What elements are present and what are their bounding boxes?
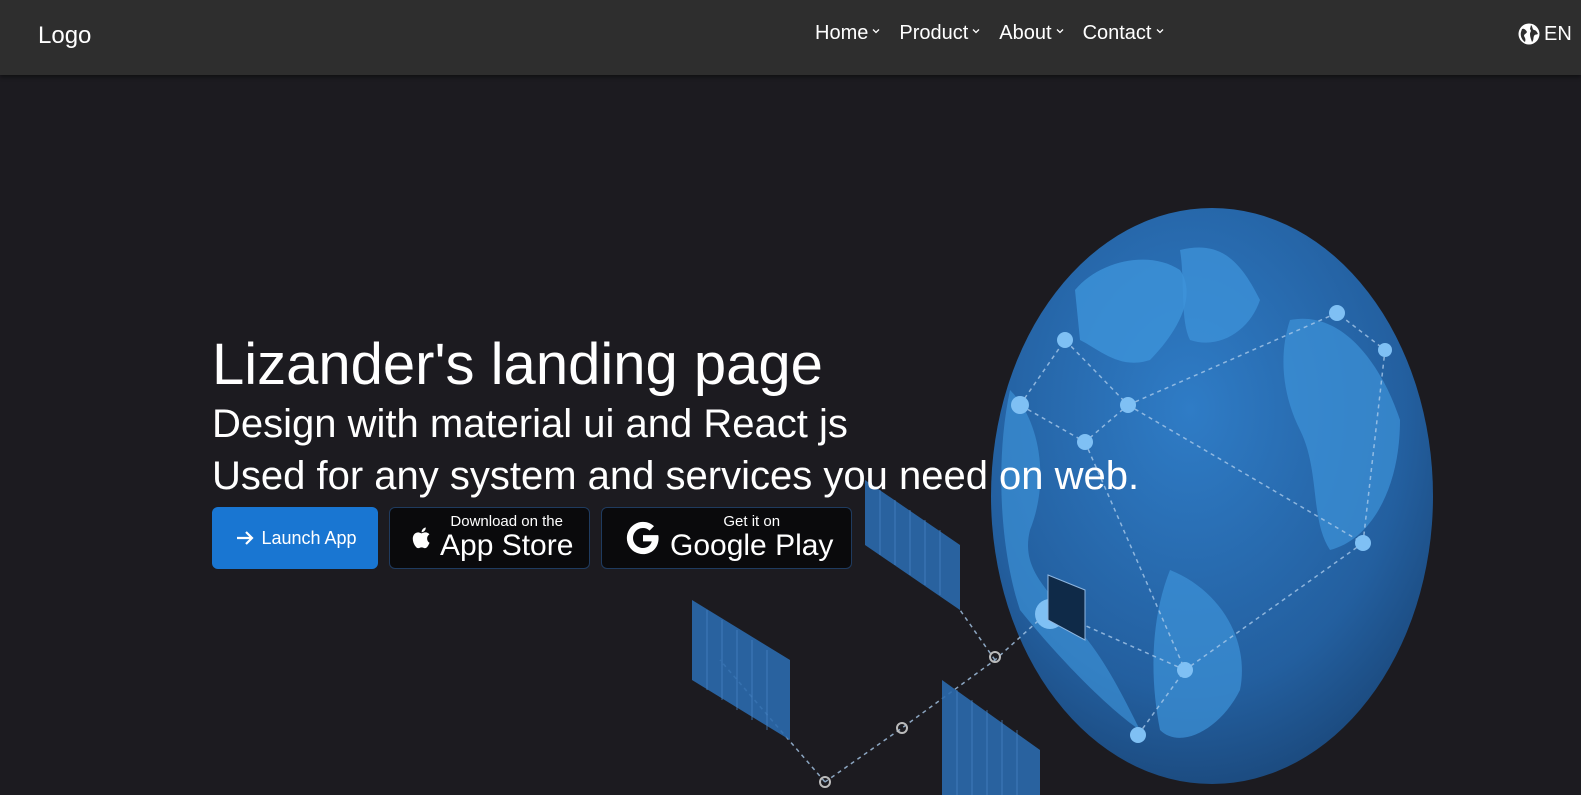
nav-item-label: Product [899, 22, 969, 44]
app-bar: Logo Home Product About Contact EN [0, 0, 1581, 75]
nav-item-about[interactable]: About [999, 22, 1064, 45]
chevron-down-icon [872, 28, 880, 33]
hero-subtitle: Design with material ui and React js [212, 402, 848, 446]
nav-item-home[interactable]: Home [815, 22, 881, 45]
google-play-button[interactable]: Get it on Google Play [601, 507, 852, 569]
nav-item-product[interactable]: Product [899, 22, 981, 45]
app-store-button[interactable]: Download on the App Store [389, 507, 590, 569]
google-icon [626, 521, 659, 555]
nav-item-contact[interactable]: Contact [1083, 22, 1165, 45]
nav-item-label: Home [815, 22, 869, 44]
chevron-down-icon [1156, 28, 1163, 33]
apple-icon [412, 527, 430, 549]
launch-app-label: Launch App [261, 527, 357, 548]
hero-tagline: Used for any system and services you nee… [212, 454, 1140, 498]
globe-icon [1518, 23, 1540, 45]
app-store-big-label: App Store [440, 529, 574, 562]
google-play-small-label: Get it on [723, 513, 781, 530]
logo[interactable]: Logo [38, 22, 91, 50]
launch-app-button[interactable]: Launch App [212, 507, 378, 569]
cta-buttons: Launch App Download on the App Store Get… [212, 507, 852, 569]
nav-item-label: Contact [1082, 22, 1152, 44]
arrow-right-icon [237, 531, 255, 545]
language-selector[interactable]: EN [1517, 22, 1572, 46]
main-nav: Home Product About Contact [815, 22, 1165, 45]
nav-item-label: About [999, 22, 1052, 44]
chevron-down-icon [972, 28, 980, 33]
language-label: EN [1544, 22, 1572, 45]
hero-title: Lizander's landing page [212, 332, 823, 397]
app-store-small-label: Download on the [450, 513, 563, 530]
hero-section: Lizander's landing page Design with mate… [212, 332, 1139, 502]
chevron-down-icon [1056, 28, 1064, 33]
app-store-text: Download on the App Store [440, 514, 573, 562]
google-play-text: Get it on Google Play [670, 514, 833, 562]
google-play-big-label: Google Play [670, 529, 834, 562]
